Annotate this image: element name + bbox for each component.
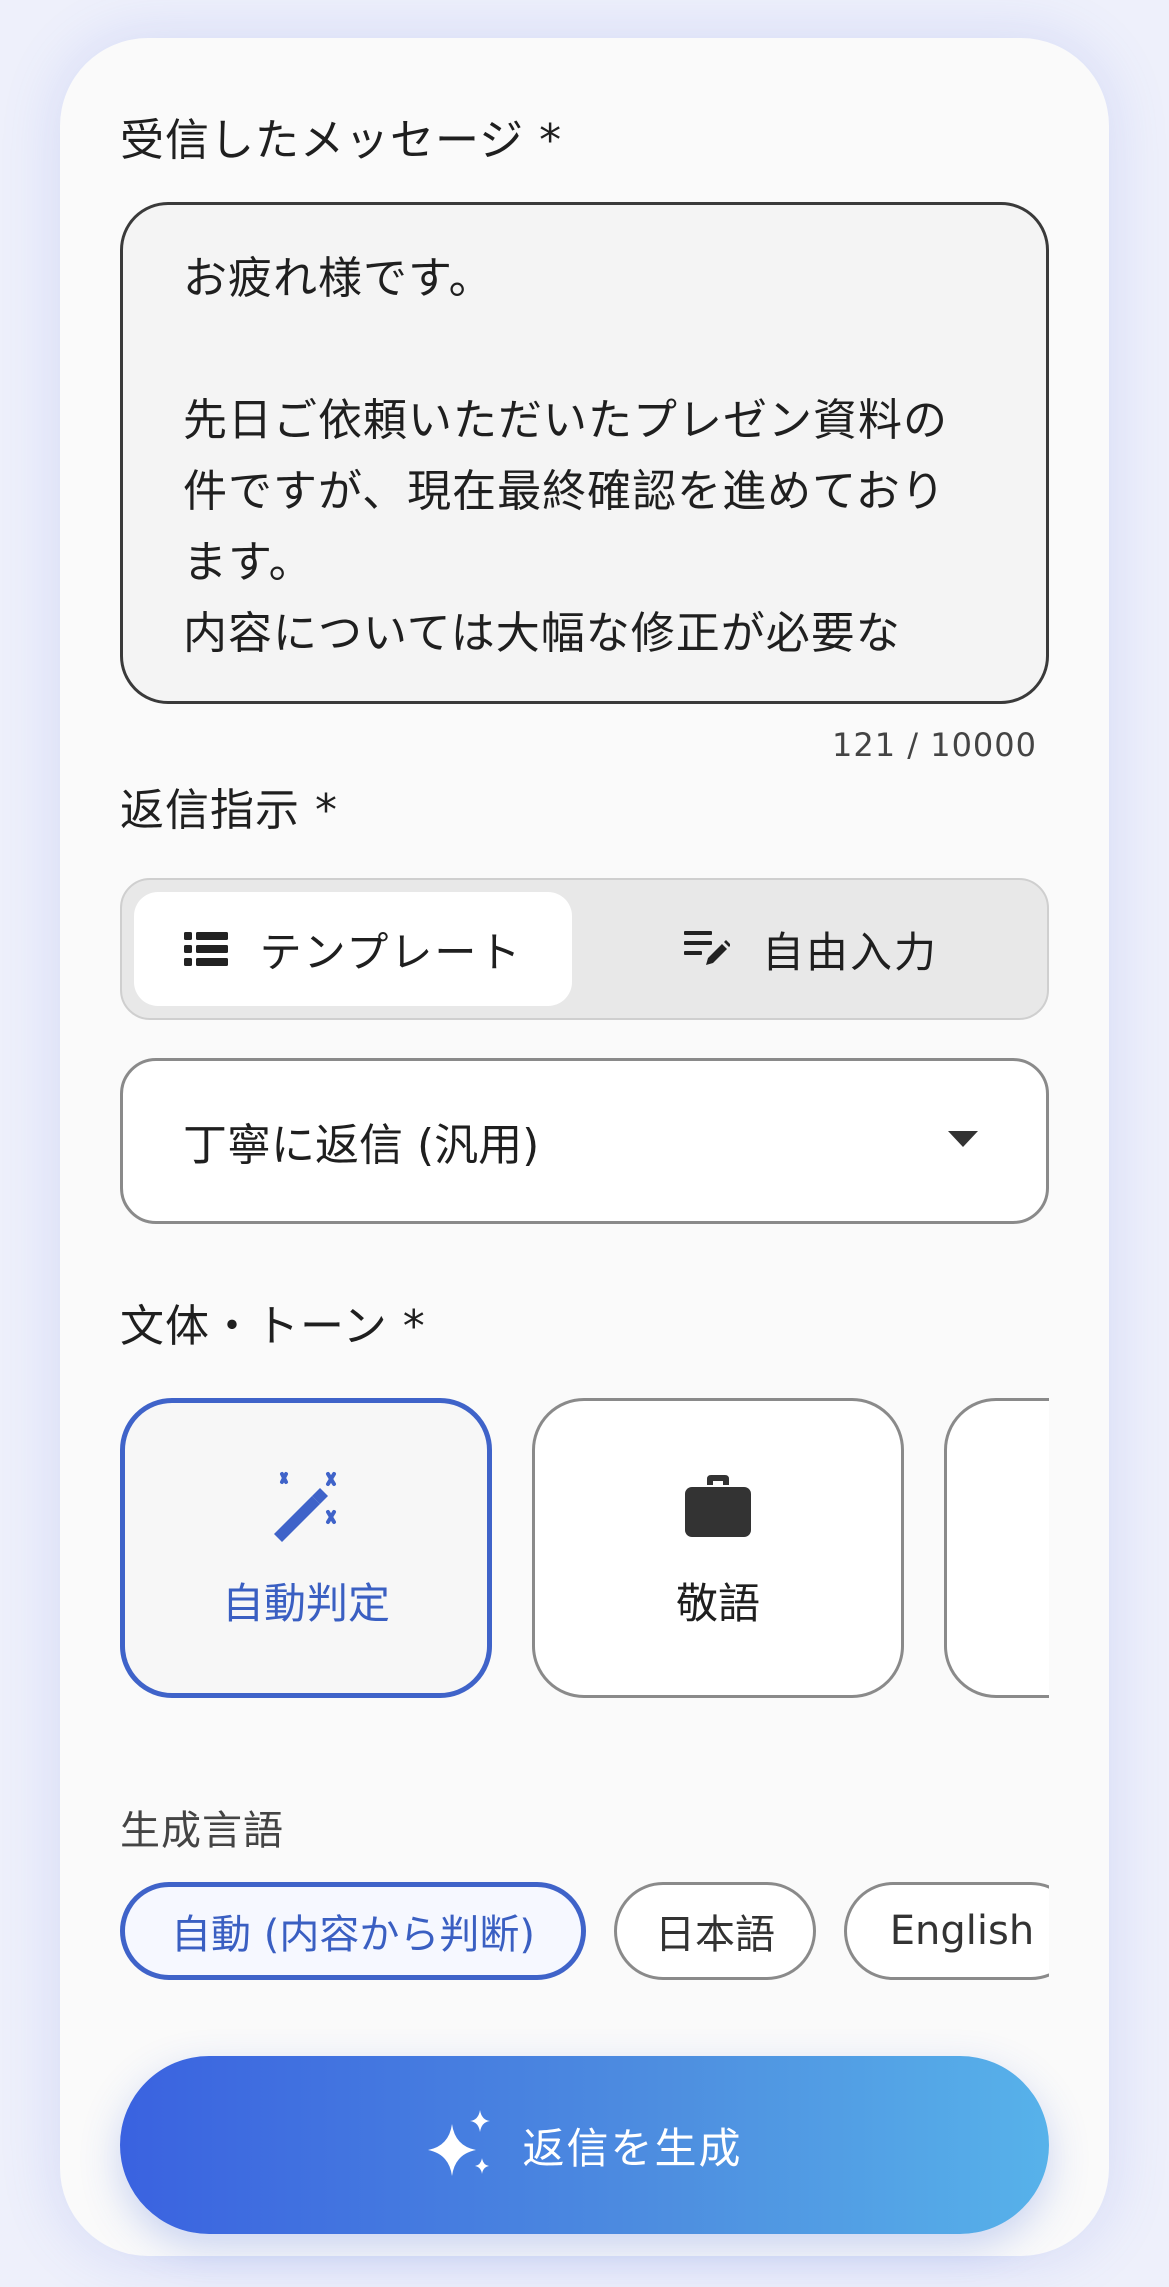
received-message-textarea[interactable]: お疲れ様です。 先日ご依頼いただいたプレゼン資料の件ですが、現在最終確認を進めて… (120, 202, 1049, 704)
language-options: 自動 (内容から判断) 日本語 English (120, 1880, 1049, 1984)
language-label: 生成言語 (120, 1808, 284, 1854)
received-message-text: お疲れ様です。 先日ご依頼いただいたプレゼン資料の件ですが、現在最終確認を進めて… (183, 253, 948, 659)
reply-instruction-label: 返信指示 * (120, 785, 338, 836)
tab-template[interactable]: テンプレート (134, 892, 572, 1006)
chevron-down-icon (948, 1131, 978, 1147)
tone-label: 文体・トーン * (120, 1301, 426, 1352)
language-chip-auto[interactable]: 自動 (内容から判断) (120, 1882, 586, 1980)
tab-free-input[interactable]: 自由入力 (592, 892, 1030, 1006)
briefcase-icon (685, 1466, 751, 1546)
template-select-value: 丁寧に返信 (汎用) (183, 1120, 540, 1171)
received-message-label: 受信したメッセージ * (120, 115, 563, 166)
tone-option-casual[interactable]: カ (944, 1398, 1049, 1698)
generate-reply-button[interactable]: 返信を生成 (120, 2056, 1049, 2234)
list-icon (183, 931, 228, 967)
tone-option-keigo[interactable]: 敬語 (532, 1398, 904, 1698)
tone-option-auto[interactable]: 自動判定 (120, 1398, 492, 1698)
generate-reply-label: 返信を生成 (522, 2123, 743, 2173)
magic-wand-icon (268, 1466, 344, 1546)
tone-option-auto-label: 自動判定 (221, 1578, 390, 1628)
instruction-mode-toggle: テンプレート 自由入力 (120, 878, 1049, 1020)
language-chip-japanese[interactable]: 日本語 (614, 1882, 816, 1980)
language-chip-english[interactable]: English (844, 1882, 1049, 1980)
tone-option-keigo-label: 敬語 (675, 1578, 760, 1628)
sparkles-icon (426, 2110, 496, 2180)
reply-form-card: 受信したメッセージ * お疲れ様です。 先日ご依頼いただいたプレゼン資料の件です… (60, 38, 1109, 2256)
template-select[interactable]: 丁寧に返信 (汎用) (120, 1058, 1049, 1224)
character-counter: 121 / 10000 (832, 726, 1037, 764)
tab-free-input-label: 自由入力 (761, 927, 938, 977)
tone-options: 自動判定 敬語 カ (120, 1398, 1049, 1738)
edit-note-icon (683, 929, 730, 969)
tab-template-label: テンプレート (259, 927, 523, 977)
